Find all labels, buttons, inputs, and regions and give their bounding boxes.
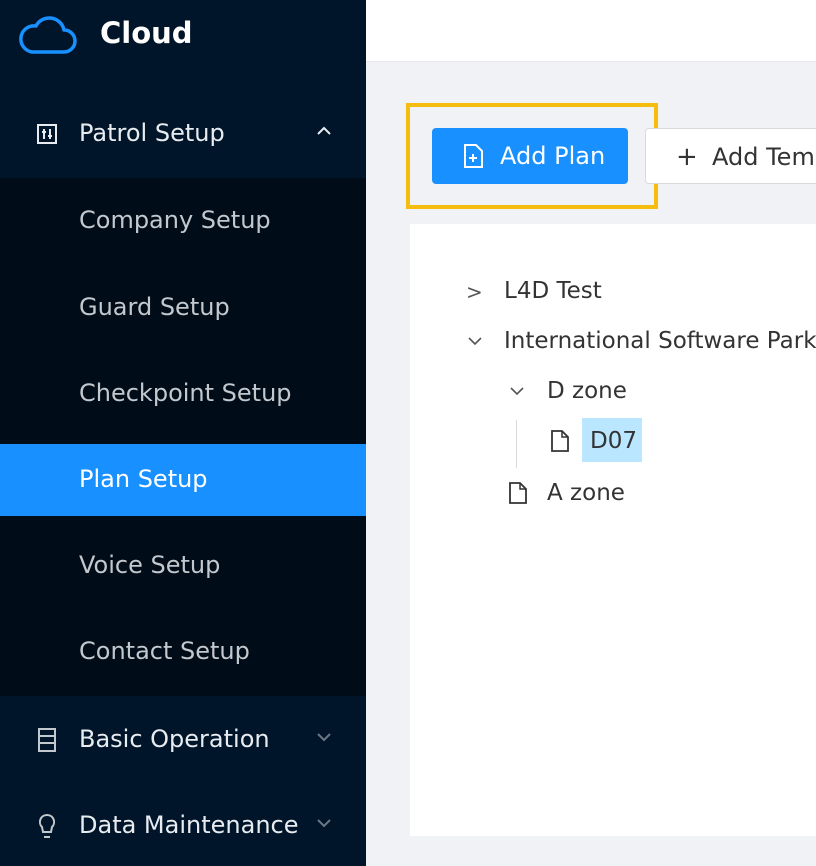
add-template-label: Add Temp (712, 143, 816, 171)
chevron-right-icon[interactable]: > (466, 280, 483, 304)
menu-group-data-maintenance[interactable]: Data Maintenance (0, 784, 366, 866)
settings-board-icon (37, 124, 57, 144)
chevron-up-icon (317, 126, 331, 135)
sidebar-item-checkpoint-setup[interactable]: Checkpoint Setup (0, 358, 366, 430)
sidebar-item-label: Company Setup (79, 206, 271, 234)
cloud-icon (19, 16, 77, 54)
sidebar: Cloud Patrol Setup Company Setup Guard S… (0, 0, 366, 866)
sidebar-item-voice-setup[interactable]: Voice Setup (0, 530, 366, 602)
sidebar-item-label: Checkpoint Setup (79, 379, 292, 407)
file-icon (509, 482, 527, 504)
sidebar-item-label: Voice Setup (79, 551, 221, 579)
tree-node-label: L4D Test (504, 278, 602, 304)
plus-icon: + (676, 142, 698, 172)
sidebar-item-label: Guard Setup (79, 293, 230, 321)
tree-node-label: D zone (547, 378, 627, 404)
header-bar (366, 0, 816, 62)
menu-group-label: Data Maintenance (79, 811, 299, 839)
sidebar-item-contact-setup[interactable]: Contact Setup (0, 616, 366, 688)
sidebar-item-company-setup[interactable]: Company Setup (0, 185, 366, 257)
tree-node-label: D07 (590, 428, 637, 454)
chevron-down-icon[interactable] (466, 334, 484, 348)
chevron-down-icon[interactable] (508, 384, 526, 398)
menu-group-label: Patrol Setup (79, 119, 225, 147)
tree-connector-line (516, 420, 517, 468)
sidebar-item-label: Plan Setup (79, 465, 208, 493)
plan-tree-panel (410, 224, 816, 836)
add-plan-button[interactable]: Add Plan (432, 128, 628, 184)
file-icon (551, 430, 569, 452)
sidebar-item-plan-setup[interactable]: Plan Setup (0, 444, 366, 516)
sidebar-item-guard-setup[interactable]: Guard Setup (0, 272, 366, 344)
menu-group-patrol-setup[interactable]: Patrol Setup (0, 92, 366, 178)
add-template-button[interactable]: + Add Temp (645, 128, 816, 184)
file-add-icon (464, 144, 483, 168)
tree-node-label: International Software Park (504, 328, 816, 354)
tree-node-label: A zone (547, 480, 625, 506)
sidebar-item-label: Contact Setup (79, 637, 250, 665)
chevron-down-icon (317, 733, 331, 742)
app-logo[interactable]: Cloud (0, 0, 366, 70)
chevron-down-icon (317, 819, 331, 828)
menu-group-label: Basic Operation (79, 725, 270, 753)
database-icon (38, 728, 56, 752)
bulb-icon (38, 813, 56, 838)
menu-group-basic-operation[interactable]: Basic Operation (0, 698, 366, 784)
add-plan-label: Add Plan (500, 142, 606, 170)
patrol-submenu: Company Setup Guard Setup Checkpoint Set… (0, 178, 366, 696)
app-title: Cloud (100, 16, 193, 50)
